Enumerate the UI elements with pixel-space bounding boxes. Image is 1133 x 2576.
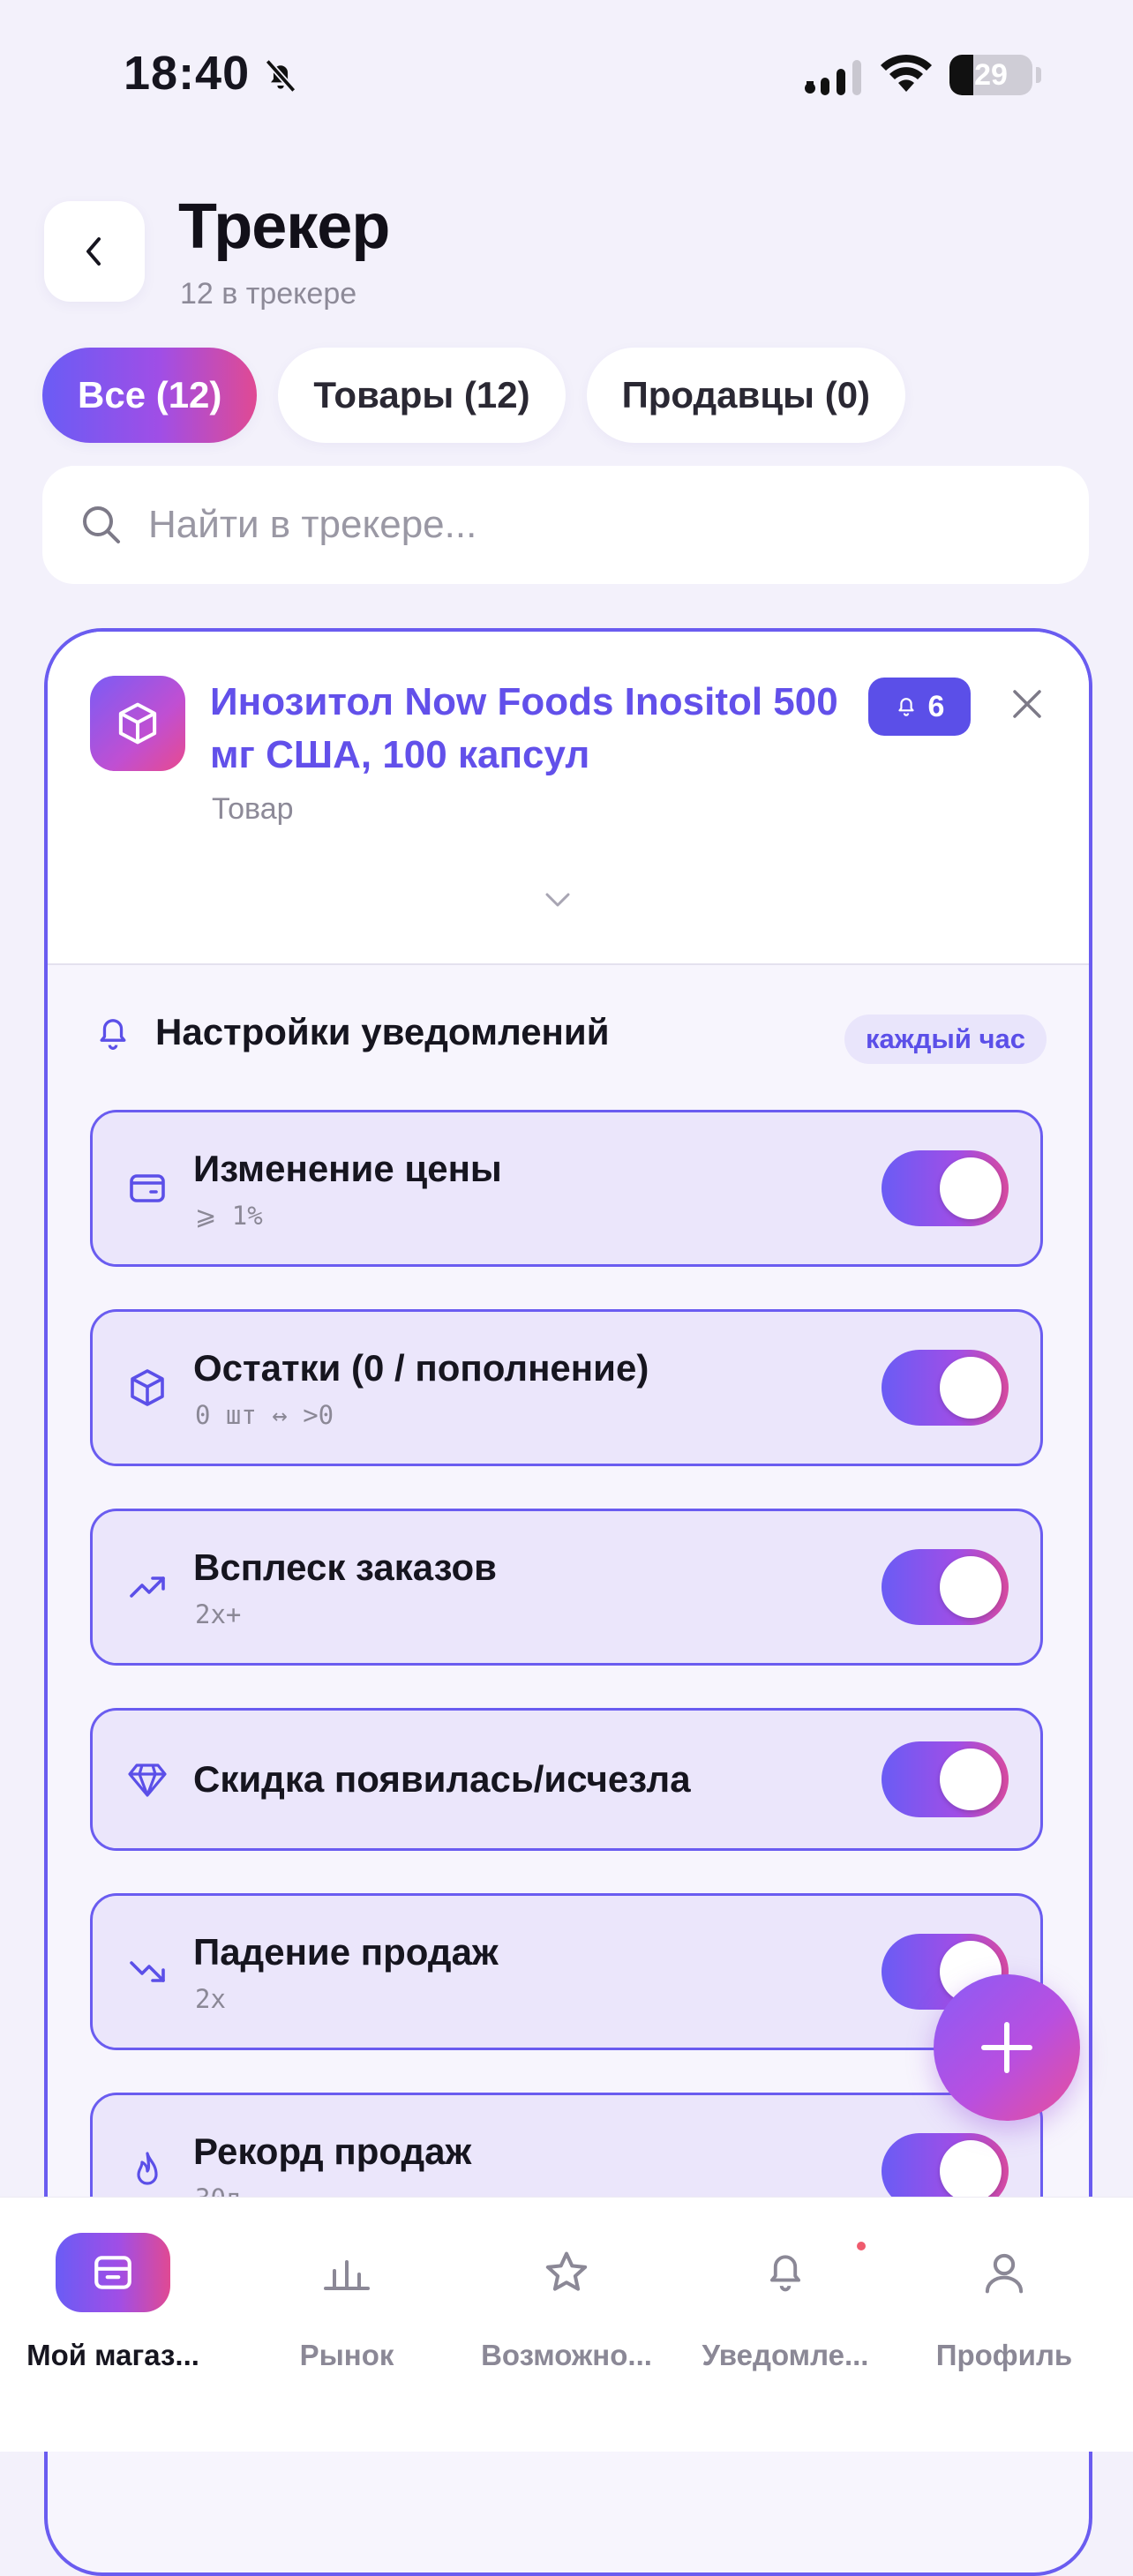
product-type-icon <box>90 676 185 771</box>
star-icon <box>545 2251 588 2291</box>
flame-icon <box>137 2152 158 2185</box>
filter-all[interactable]: Все (12) <box>42 348 258 443</box>
notification-row-order-spike: Всплеск заказов 2x+ <box>90 1509 1043 1666</box>
battery-icon: 29 <box>949 55 1032 95</box>
chart-icon <box>324 2260 370 2290</box>
user-icon <box>985 2253 1024 2294</box>
card-header: Инозитол Now Foods Inositol 500 мг США, … <box>48 632 1089 965</box>
status-bar: 18:40 29 <box>0 0 1133 150</box>
nav-label: Возможно... <box>481 2339 652 2371</box>
bell-icon <box>100 1019 126 1050</box>
trend-up-icon <box>130 1576 165 1598</box>
row-title: Остатки (0 / пополнение) <box>193 1347 649 1389</box>
plus-icon <box>981 2022 1032 2073</box>
nav-label: Мой магаз... <box>26 2339 199 2371</box>
page-title: Трекер <box>178 191 390 262</box>
status-time: 18:40 <box>124 47 251 100</box>
discount-toggle[interactable] <box>882 1741 1009 1817</box>
settings-title: Настройки уведомлений <box>155 1011 610 1052</box>
nav-notifications[interactable]: Уведомле... <box>672 2233 898 2392</box>
search-input[interactable] <box>146 502 1032 548</box>
search-icon <box>83 506 120 543</box>
close-icon <box>1013 690 1041 718</box>
nav-label: Рынок <box>299 2339 394 2371</box>
notification-row-price-change: Изменение цены ⩾ 1% <box>90 1110 1043 1267</box>
notification-row-discount: Скидка появилась/исчезла <box>90 1708 1043 1851</box>
row-title: Изменение цены <box>193 1148 502 1189</box>
price-change-toggle[interactable] <box>882 1150 1009 1226</box>
row-threshold: ⩾ 1% <box>195 1201 263 1231</box>
back-button[interactable] <box>44 201 145 302</box>
alerts-count: 6 <box>927 689 945 723</box>
frequency-badge[interactable]: каждый час <box>844 1015 1047 1064</box>
remove-button[interactable] <box>1001 678 1054 730</box>
row-threshold: 0 шт ↔ >0 <box>195 1400 334 1430</box>
search-bar <box>42 466 1089 584</box>
battery-tip <box>1036 67 1041 83</box>
star-icon-container <box>509 2233 624 2312</box>
bell-off-icon <box>265 59 296 93</box>
cube-icon <box>118 702 157 745</box>
nav-label: Профиль <box>935 2339 1073 2371</box>
bell-icon <box>769 2255 801 2292</box>
row-title: Рекорд продаж <box>193 2130 472 2172</box>
row-title: Падение продаж <box>193 1931 499 1973</box>
row-title: Всплеск заказов <box>193 1546 497 1588</box>
page-subtitle: 12 в трекере <box>180 277 357 311</box>
nav-opportunities[interactable]: Возможно... <box>454 2233 679 2392</box>
bell-icon-container <box>728 2233 866 2312</box>
nav-market[interactable]: Рынок <box>234 2233 460 2392</box>
notification-row-sales-drop: Падение продаж 2x <box>90 1893 1043 2050</box>
box-icon <box>131 1369 164 1406</box>
unread-dot <box>857 2242 866 2250</box>
store-icon-container <box>56 2233 170 2312</box>
nav-profile[interactable]: Профиль <box>891 2233 1117 2392</box>
chevron-left-icon <box>86 237 101 266</box>
row-title: Скидка появилась/исчезла <box>193 1758 691 1800</box>
product-name[interactable]: Инозитол Now Foods Inositol 500 мг США, … <box>210 676 845 782</box>
nav-label: Уведомле... <box>702 2339 869 2371</box>
diamond-icon <box>128 1764 167 1797</box>
chevron-down-icon[interactable] <box>540 886 575 912</box>
add-tracker-button[interactable] <box>934 1974 1080 2121</box>
filter-sellers[interactable]: Продавцы (0) <box>586 348 906 443</box>
bottom-navigation: Мой магаз... Рынок Возможно... Уведомле.… <box>0 2197 1133 2452</box>
battery-level: 29 <box>974 58 1008 92</box>
wifi-icon <box>881 54 932 92</box>
wallet-icon <box>130 1174 165 1202</box>
product-type: Товар <box>212 792 294 826</box>
filter-products[interactable]: Товары (12) <box>278 348 566 443</box>
row-threshold: 2x <box>195 1984 226 2014</box>
chart-icon-container <box>289 2233 404 2312</box>
notification-row-stock: Остатки (0 / пополнение) 0 шт ↔ >0 <box>90 1309 1043 1466</box>
order-spike-toggle[interactable] <box>882 1549 1009 1625</box>
user-icon-container <box>947 2233 1062 2312</box>
trend-down-icon <box>130 1961 165 1982</box>
store-icon <box>94 2256 131 2289</box>
notification-settings-header: Настройки уведомлений <box>94 1011 610 1053</box>
stock-toggle[interactable] <box>882 1350 1009 1426</box>
notification-rows: Изменение цены ⩾ 1% Остатки (0 / пополне… <box>90 1110 1043 2292</box>
filter-chips: Все (12) Товары (12) Продавцы (0) <box>42 348 906 443</box>
bell-icon <box>897 698 914 716</box>
alerts-count-badge[interactable]: 6 <box>868 678 971 736</box>
nav-my-store[interactable]: Мой магаз... <box>0 2233 226 2392</box>
row-threshold: 2x+ <box>195 1599 242 1629</box>
cellular-signal-icon <box>805 60 861 95</box>
